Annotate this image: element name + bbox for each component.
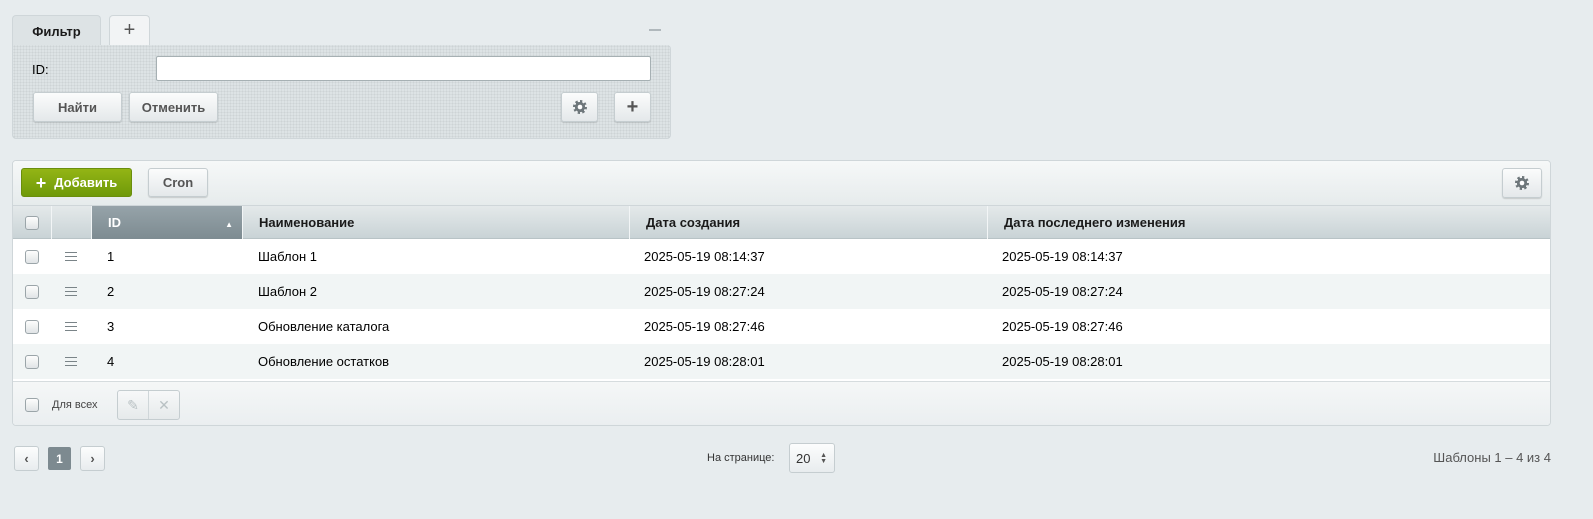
header-menu-column [51,206,91,239]
current-page: 1 [48,447,71,470]
row-checkbox[interactable] [25,249,39,264]
sort-asc-icon: ▲ [225,220,233,229]
total-count: Шаблоны 1 – 4 из 4 [1433,450,1551,465]
per-page-label: На странице: [707,452,775,464]
cell-modified: 2025-05-19 08:28:01 [1002,354,1123,369]
cell-id: 2 [107,284,115,299]
row-menu-icon[interactable] [65,252,77,261]
id-filter-label: ID: [32,62,49,77]
collapse-filter-button[interactable] [648,24,662,36]
table-row[interactable]: 2 Шаблон 2 2025-05-19 08:27:24 2025-05-1… [13,274,1550,309]
add-button-label: Добавить [54,175,118,190]
chevron-updown-icon: ▲ ▼ [820,452,827,465]
select-all-checkbox[interactable] [25,215,39,230]
row-menu-icon[interactable] [65,322,77,331]
filter-settings-button[interactable] [561,92,598,122]
cancel-button[interactable]: Отменить [129,92,218,122]
row-checkbox[interactable] [25,354,39,369]
row-checkbox[interactable] [25,319,39,334]
select-all-checkbox-cell [13,206,51,239]
column-header-modified[interactable]: Дата последнего изменения [987,206,1550,239]
column-header-name[interactable]: Наименование [242,206,629,239]
column-header-id-label: ID [108,215,121,230]
close-icon: ✕ [158,396,170,413]
templates-grid: + Добавить Cron ID ▲ Наименование Дата с… [12,160,1551,426]
plus-icon: + [123,19,136,41]
add-button[interactable]: + Добавить [21,168,132,197]
next-page-button[interactable]: › [80,446,105,471]
delete-selected-button[interactable]: ✕ [149,391,179,419]
table-row[interactable]: 3 Обновление каталога 2025-05-19 08:27:4… [13,309,1550,344]
cell-name: Шаблон 1 [258,249,317,264]
cell-id: 1 [107,249,115,264]
cell-id: 4 [107,354,115,369]
cell-modified: 2025-05-19 08:14:37 [1002,249,1123,264]
table-row[interactable]: 1 Шаблон 1 2025-05-19 08:14:37 2025-05-1… [13,239,1550,274]
gear-icon [1515,176,1529,190]
id-filter-input[interactable] [156,56,651,81]
cron-button[interactable]: Cron [148,168,208,197]
edit-selected-button[interactable]: ✎ [118,391,149,419]
find-button[interactable]: Найти [33,92,122,122]
per-page-select[interactable]: 20 ▲ ▼ [789,443,835,473]
cell-created: 2025-05-19 08:28:01 [644,354,765,369]
add-filter-field-button[interactable]: + [614,92,651,122]
column-header-created[interactable]: Дата создания [629,206,987,239]
grid-footer: Для всех ✎ ✕ [13,381,1550,425]
cell-created: 2025-05-19 08:27:24 [644,284,765,299]
cell-created: 2025-05-19 08:14:37 [644,249,765,264]
per-page-value: 20 [796,450,811,466]
cell-modified: 2025-05-19 08:27:46 [1002,319,1123,334]
row-menu-icon[interactable] [65,357,77,366]
gear-icon [572,100,587,114]
row-checkbox[interactable] [25,284,39,299]
cell-name: Шаблон 2 [258,284,317,299]
table-header: ID ▲ Наименование Дата создания Дата пос… [13,206,1550,239]
grid-settings-button[interactable] [1502,168,1542,198]
row-menu-icon[interactable] [65,287,77,296]
cell-id: 3 [107,319,115,334]
column-header-id[interactable]: ID ▲ [91,206,242,239]
apply-to-all-label: Для всех [52,399,98,411]
minus-icon [649,29,661,31]
apply-to-all-checkbox[interactable] [25,398,39,412]
grid-toolbar: + Добавить Cron [13,161,1550,206]
table-row[interactable]: 4 Обновление остатков 2025-05-19 08:28:0… [13,344,1550,379]
add-filter-tab-button[interactable]: + [109,15,150,45]
plus-icon: + [35,172,47,193]
prev-page-button[interactable]: ‹ [14,446,39,471]
group-actions: ✎ ✕ [117,390,180,420]
plus-icon: + [626,95,639,118]
cell-name: Обновление остатков [258,354,390,369]
tab-filter[interactable]: Фильтр [12,15,101,46]
cell-created: 2025-05-19 08:27:46 [644,319,765,334]
pencil-icon: ✎ [127,396,139,413]
cell-modified: 2025-05-19 08:27:24 [1002,284,1123,299]
cell-name: Обновление каталога [258,319,390,334]
